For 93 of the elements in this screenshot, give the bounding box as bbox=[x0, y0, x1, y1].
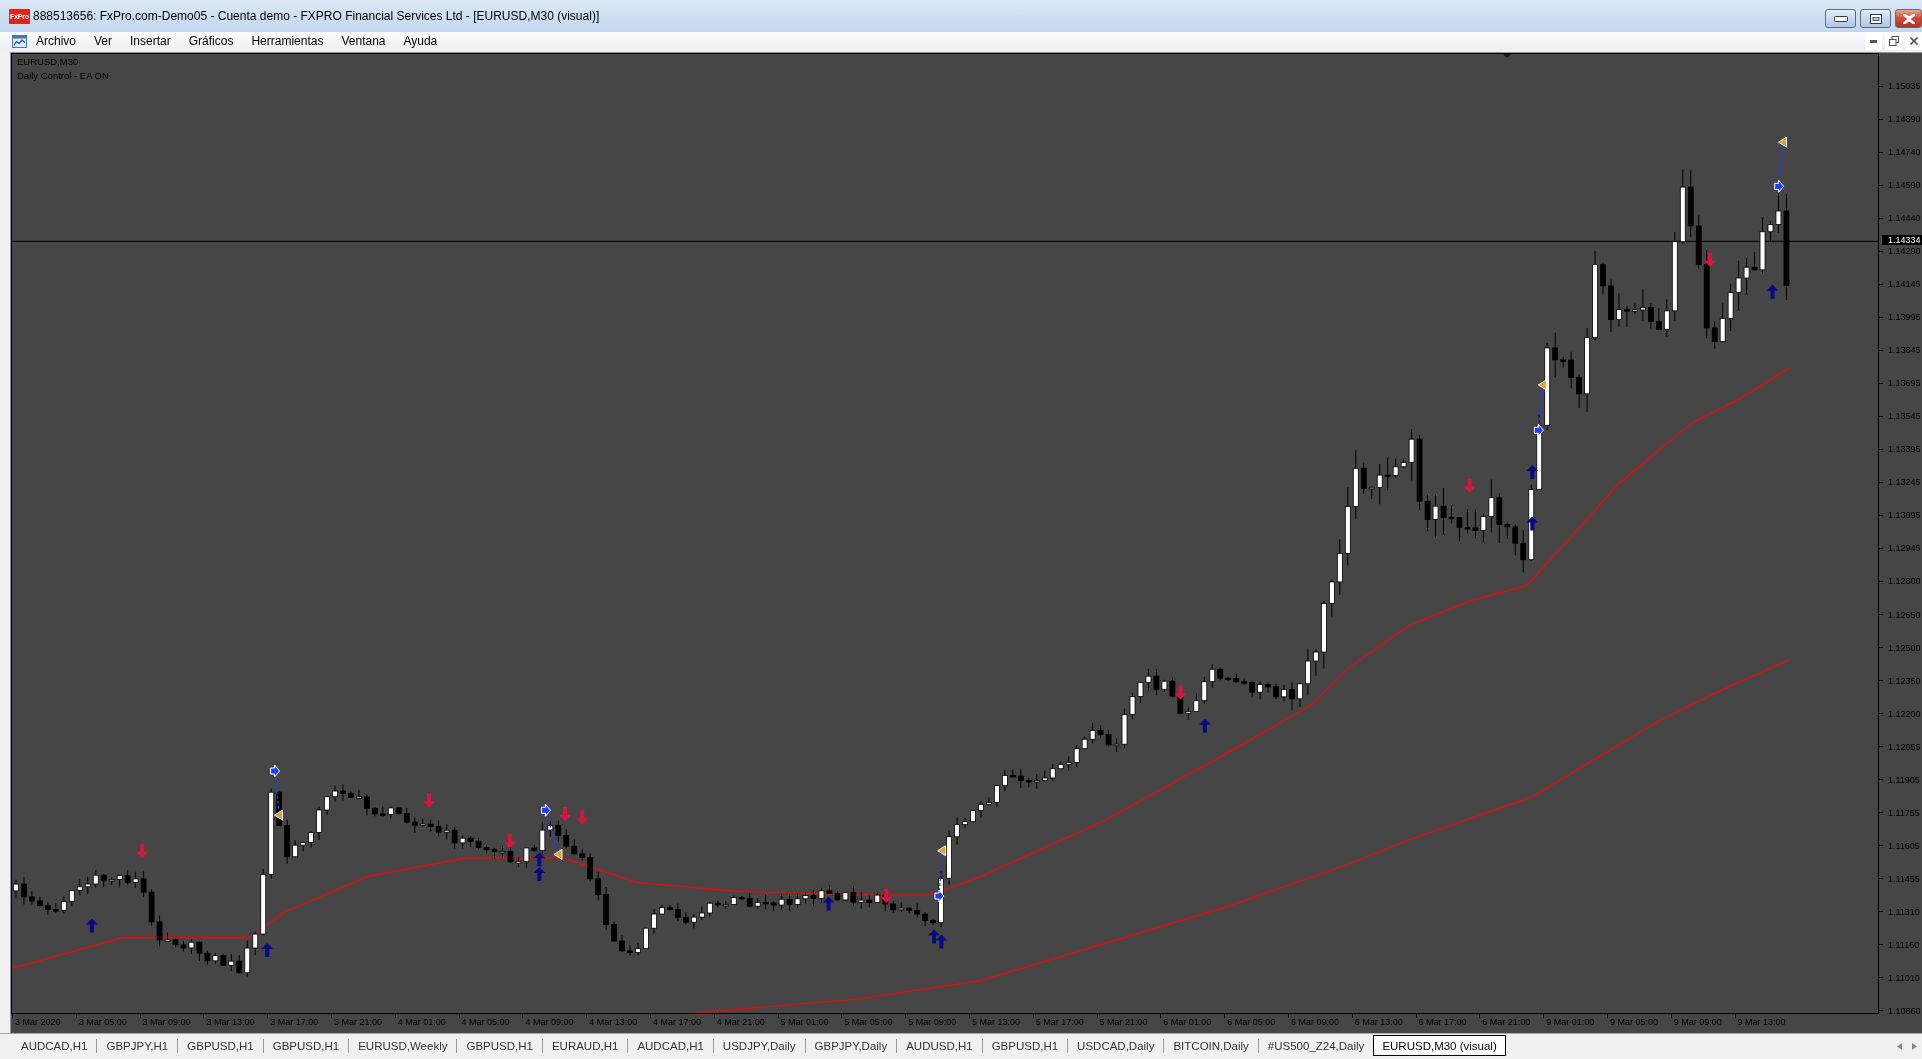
price-axis-label: 1.11310 bbox=[1888, 906, 1920, 917]
minimize-icon bbox=[1833, 15, 1848, 22]
chart-tab[interactable]: USDCAD,Daily bbox=[1068, 1035, 1164, 1056]
chart-tab[interactable]: AUDUSD,H1 bbox=[897, 1035, 982, 1056]
child-minimize-button[interactable] bbox=[1865, 32, 1882, 50]
time-axis-label: 6 Mar 17:00 bbox=[1418, 1017, 1467, 1027]
chart-tab[interactable]: AUDCAD,H1 bbox=[628, 1035, 713, 1056]
chart-tab[interactable]: EURUSD,Weekly bbox=[349, 1035, 457, 1056]
scroll-left-button[interactable] bbox=[1897, 1042, 1902, 1050]
price-axis-label: 1.11905 bbox=[1888, 774, 1920, 785]
close-button[interactable] bbox=[1895, 9, 1922, 28]
price-axis-label: 1.11755 bbox=[1888, 807, 1920, 818]
time-axis-label: 9 Mar 09:00 bbox=[1673, 1017, 1722, 1027]
close-icon bbox=[1909, 37, 1918, 45]
price-axis-label: 1.13995 bbox=[1888, 312, 1921, 323]
chart-tab[interactable]: EURAUD,H1 bbox=[542, 1035, 628, 1056]
menu-item[interactable]: Insertar bbox=[121, 32, 180, 50]
chart-symbol-label: EURUSD,M30 bbox=[17, 55, 79, 69]
menu-item[interactable]: Archivo bbox=[27, 32, 85, 50]
chart-tab[interactable]: EURUSD,M30 (visual) bbox=[1373, 1035, 1506, 1056]
minimize-icon bbox=[1870, 39, 1877, 43]
time-axis-label: 5 Mar 13:00 bbox=[971, 1017, 1020, 1027]
time-axis-label: 5 Mar 17:00 bbox=[1035, 1017, 1084, 1027]
time-axis-label: 3 Mar 13:00 bbox=[206, 1017, 255, 1027]
child-close-button[interactable] bbox=[1905, 32, 1922, 50]
time-axis-label: 5 Mar 01:00 bbox=[780, 1017, 829, 1027]
price-axis-label: 1.14440 bbox=[1888, 213, 1921, 224]
time-axis-label: 9 Mar 13:00 bbox=[1737, 1017, 1786, 1027]
scroll-right-button[interactable] bbox=[1912, 1042, 1917, 1050]
price-axis-label: 1.14145 bbox=[1888, 279, 1921, 290]
restore-icon bbox=[1888, 36, 1899, 46]
current-price-label: 1.14334 bbox=[1882, 235, 1922, 246]
time-axis-label: 9 Mar 05:00 bbox=[1609, 1017, 1658, 1027]
price-axis-label: 1.11455 bbox=[1888, 873, 1920, 884]
time-axis-label: 3 Mar 09:00 bbox=[142, 1017, 191, 1027]
chart-tab[interactable]: GBPUSD,H1 bbox=[178, 1035, 263, 1056]
price-axis-label: 1.12650 bbox=[1888, 609, 1921, 620]
chart-tab[interactable]: GBPUSD,H1 bbox=[263, 1035, 349, 1056]
time-axis-label: 5 Mar 09:00 bbox=[908, 1017, 957, 1027]
price-axis-label: 1.13695 bbox=[1888, 378, 1921, 389]
price-axis-label: 1.12055 bbox=[1888, 741, 1921, 752]
chart-tab[interactable]: #US500_Z24,Daily bbox=[1258, 1035, 1374, 1056]
maximize-button[interactable] bbox=[1860, 9, 1891, 28]
time-axis-label: 4 Mar 21:00 bbox=[716, 1017, 765, 1027]
price-axis-label: 1.14740 bbox=[1888, 147, 1921, 158]
time-axis-label: 5 Mar 05:00 bbox=[844, 1017, 893, 1027]
price-axis-label: 1.13095 bbox=[1888, 510, 1921, 521]
time-axis-label: 5 Mar 21:00 bbox=[1099, 1017, 1148, 1027]
price-axis-label: 1.12500 bbox=[1888, 642, 1921, 653]
price-axis-label: 1.11010 bbox=[1888, 972, 1920, 983]
window-title: 888513656: FxPro.com-Demo05 - Cuenta demo - FXPRO Financial Services Ltd - [EURUSD,M30 (visual)] bbox=[33, 9, 600, 23]
price-axis-label: 1.14290 bbox=[1888, 246, 1921, 257]
price-axis-label: 1.13545 bbox=[1888, 411, 1921, 422]
price-axis-label: 1.14590 bbox=[1888, 180, 1921, 191]
price-axis-label: 1.12200 bbox=[1888, 708, 1921, 719]
price-axis-label: 1.13245 bbox=[1888, 477, 1921, 488]
chart-tab[interactable]: AUDCAD,H1 bbox=[12, 1035, 97, 1056]
price-axis-label: 1.14890 bbox=[1888, 114, 1921, 125]
menu-item[interactable]: Ver bbox=[85, 32, 122, 50]
menu-item[interactable]: Ventana bbox=[332, 32, 395, 50]
menu-item[interactable]: Ayuda bbox=[394, 32, 447, 50]
time-axis-label: 3 Mar 17:00 bbox=[270, 1017, 319, 1027]
child-restore-button[interactable] bbox=[1885, 32, 1902, 50]
time-axis-label: 4 Mar 17:00 bbox=[652, 1017, 701, 1027]
maximize-icon bbox=[1869, 13, 1882, 24]
time-axis-label: 4 Mar 13:00 bbox=[589, 1017, 638, 1027]
chart-tab[interactable]: GBPUSD,H1 bbox=[982, 1035, 1068, 1056]
time-axis-label: 6 Mar 05:00 bbox=[1227, 1017, 1276, 1027]
chart-tab[interactable]: GBPJPY,H1 bbox=[97, 1035, 178, 1056]
menu-item[interactable]: Gráficos bbox=[179, 32, 243, 50]
chart-tab[interactable]: GBPJPY,Daily bbox=[805, 1035, 897, 1056]
chart-tab[interactable]: GBPUSD,H1 bbox=[457, 1035, 542, 1056]
price-axis-label: 1.15035 bbox=[1888, 81, 1921, 91]
scroll-right-icon bbox=[1912, 1042, 1917, 1050]
chart-tab[interactable]: USDJPY,Daily bbox=[713, 1035, 805, 1056]
price-axis-label: 1.12945 bbox=[1888, 543, 1921, 554]
time-axis-label: 4 Mar 01:00 bbox=[397, 1017, 446, 1027]
menu-item[interactable]: Herramientas bbox=[242, 32, 333, 50]
chart-tab[interactable]: BITCOIN,Daily bbox=[1164, 1035, 1258, 1056]
price-axis-label: 1.11160 bbox=[1888, 939, 1920, 950]
chart-window-icon[interactable] bbox=[12, 34, 27, 48]
price-axis-label: 1.10860 bbox=[1888, 1005, 1921, 1016]
price-axis-label: 1.13395 bbox=[1888, 444, 1921, 455]
time-axis-label: 6 Mar 01:00 bbox=[1163, 1017, 1212, 1027]
time-axis-label: 6 Mar 21:00 bbox=[1482, 1017, 1531, 1027]
minimize-button[interactable] bbox=[1825, 9, 1856, 28]
price-axis-label: 1.13845 bbox=[1888, 345, 1921, 356]
price-axis-label: 1.11605 bbox=[1888, 840, 1920, 851]
close-icon bbox=[1902, 13, 1915, 24]
price-axis-label: 1.12800 bbox=[1888, 576, 1921, 587]
expert-status-label: Daily Control - EA ON bbox=[17, 69, 109, 83]
scroll-left-icon bbox=[1897, 1042, 1902, 1050]
price-axis-label: 1.12350 bbox=[1888, 675, 1921, 686]
